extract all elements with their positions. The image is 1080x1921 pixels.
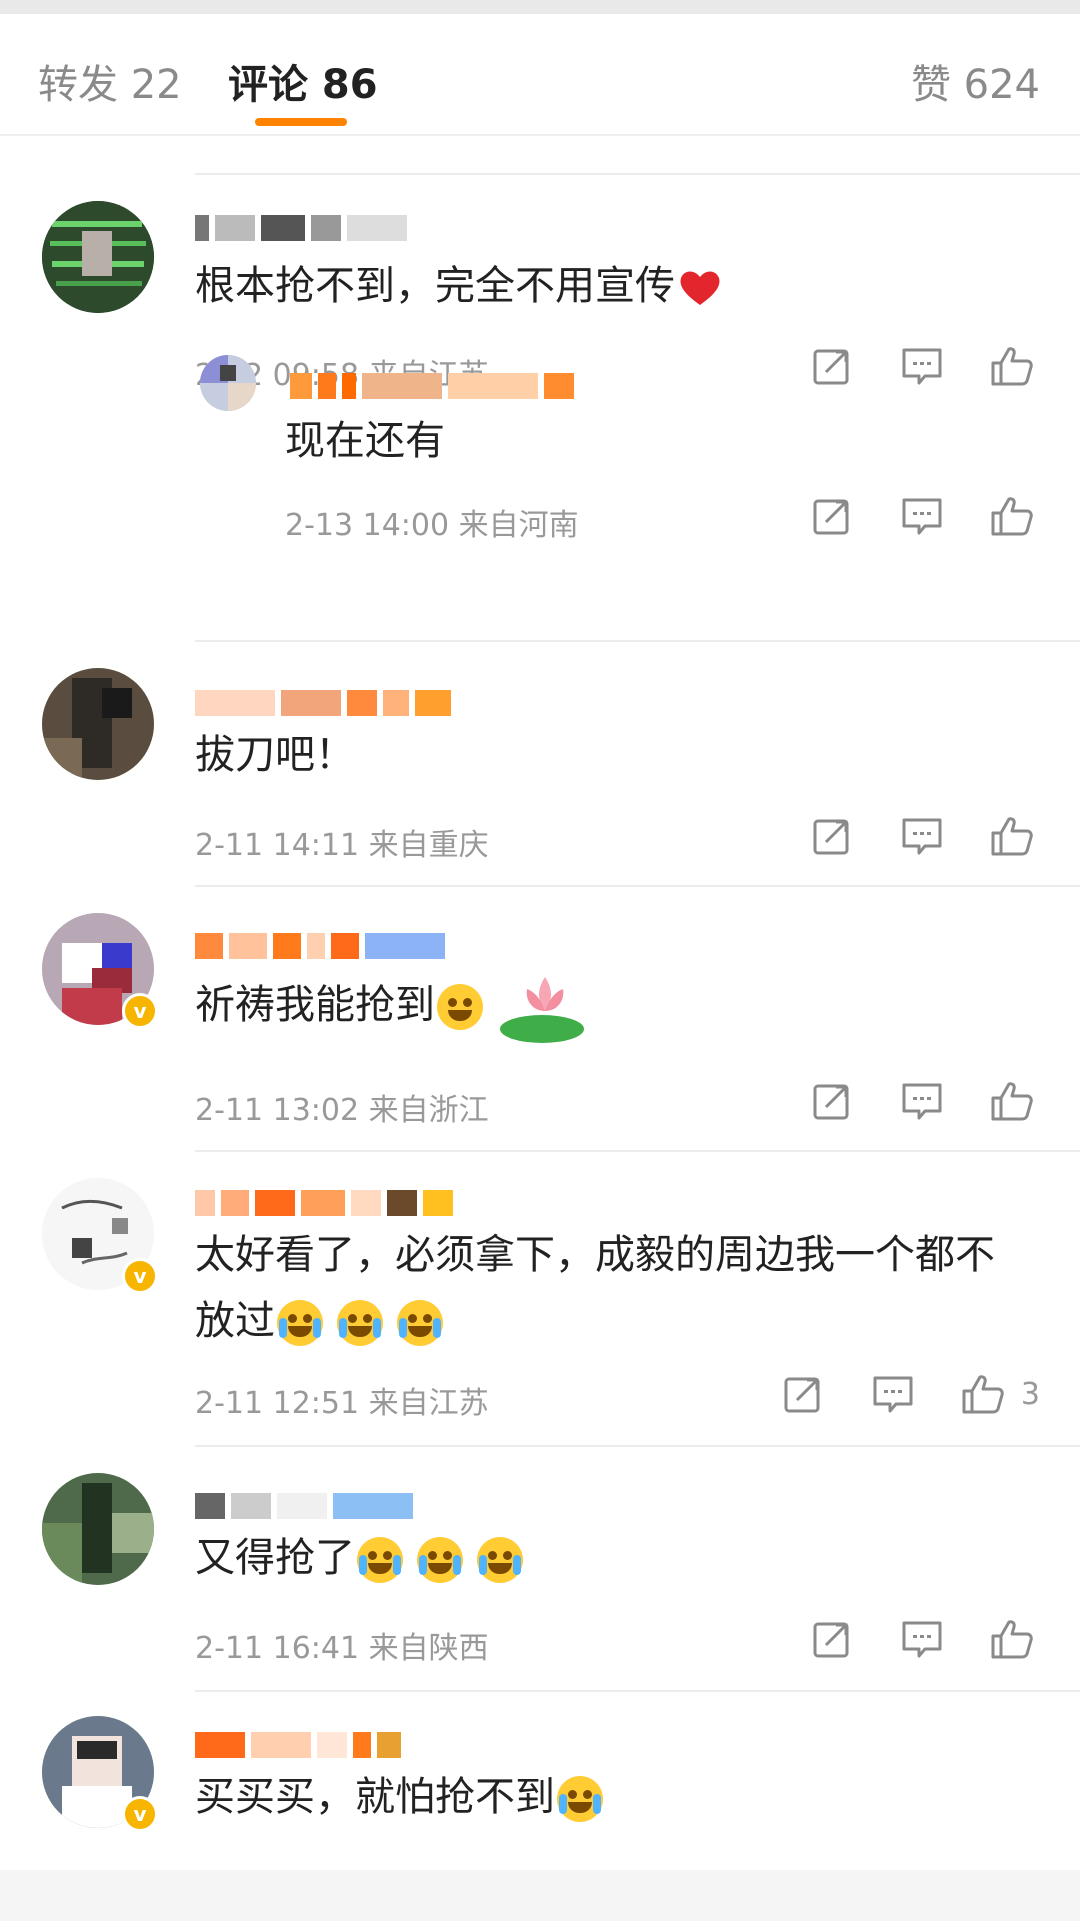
comment-text-content: 又得抢了	[195, 1535, 355, 1581]
laugh-cry-emoji-icon	[417, 1537, 463, 1583]
comment-icon[interactable]	[894, 1616, 950, 1662]
divider	[195, 1445, 1080, 1447]
comment-actions	[804, 813, 1040, 859]
comment-text: 祈祷我能抢到	[195, 967, 593, 1047]
comment-icon[interactable]	[894, 493, 950, 539]
comments-tab-bar: 转发 22 评论 86 赞 624	[0, 0, 1080, 136]
verified-badge-icon: v	[122, 1796, 158, 1832]
comment-location: 来自重庆	[368, 828, 489, 863]
avatar-mosaic	[42, 201, 154, 313]
laugh-cry-emoji-icon	[477, 1537, 523, 1583]
thumbs-up-icon[interactable]	[984, 493, 1040, 539]
verified-badge-icon: v	[122, 1258, 158, 1294]
divider	[195, 173, 1080, 175]
thumbs-up-icon[interactable]	[984, 813, 1040, 859]
like-count: 3	[1020, 1376, 1040, 1412]
comment-actions	[804, 1078, 1040, 1124]
thumbs-up-icon[interactable]	[955, 1371, 1011, 1417]
username-redacted[interactable]	[195, 1493, 419, 1521]
comment-icon[interactable]	[894, 343, 950, 389]
reply-location: 来自河南	[458, 508, 579, 543]
thumbs-up-icon[interactable]	[984, 1078, 1040, 1124]
heart-icon	[680, 271, 720, 305]
active-tab-indicator	[255, 118, 347, 126]
comment-location: 来自江苏	[368, 1386, 489, 1421]
avatar-mosaic	[42, 668, 154, 780]
avatar[interactable]	[42, 1473, 154, 1585]
share-icon[interactable]	[804, 343, 860, 389]
thumbs-up-icon[interactable]	[984, 343, 1040, 389]
comment-time: 2-11 14:11	[195, 828, 360, 863]
laugh-cry-emoji-icon	[397, 1300, 443, 1346]
share-icon[interactable]	[804, 1616, 860, 1662]
comment-actions	[804, 343, 1040, 389]
tab-repost[interactable]: 转发 22	[38, 52, 182, 110]
comment-text-content: 祈祷我能抢到	[195, 982, 435, 1028]
username-redacted[interactable]	[195, 933, 451, 961]
laugh-cry-emoji-icon	[277, 1300, 323, 1346]
comment-text-content: 根本抢不到，完全不用宣传	[195, 263, 675, 309]
share-icon[interactable]	[775, 1371, 831, 1417]
reply-time: 2-13 14:00	[285, 508, 450, 543]
tab-likes[interactable]: 赞 624	[911, 52, 1040, 110]
laugh-cry-emoji-icon	[357, 1537, 403, 1583]
comment-meta: 2-11 14:11 来自重庆	[195, 820, 489, 864]
avatar[interactable]	[42, 668, 154, 780]
comment-icon[interactable]	[894, 1078, 950, 1124]
laugh-cry-emoji-icon	[337, 1300, 383, 1346]
comment-text: 拔刀吧！	[195, 732, 355, 778]
comment-meta: 2-11 12:51 来自江苏	[195, 1378, 489, 1422]
username-redacted[interactable]	[195, 215, 413, 243]
bottom-fade	[0, 1870, 1080, 1921]
lotus-sticker-icon	[500, 977, 584, 1043]
comment-time: 2-11 12:51	[195, 1386, 360, 1421]
comment-text: 又得抢了	[195, 1527, 523, 1589]
comment-text: 买买买，就怕抢不到	[195, 1766, 603, 1828]
comment-icon[interactable]	[894, 813, 950, 859]
verified-badge-icon: v	[122, 993, 158, 1029]
tab-comments[interactable]: 评论 86	[228, 52, 378, 110]
share-icon[interactable]	[804, 1078, 860, 1124]
comment-text-line1: 太好看了，必须拿下，成毅的周边我一个都不	[195, 1232, 995, 1278]
reply-actions	[804, 493, 1040, 539]
divider	[195, 1150, 1080, 1152]
share-icon[interactable]	[804, 493, 860, 539]
username-redacted[interactable]	[195, 1732, 407, 1760]
reply-avatar[interactable]	[200, 355, 256, 411]
avatar[interactable]	[42, 201, 154, 313]
comment-actions	[804, 1616, 1040, 1662]
comment-time: 2-11 16:41	[195, 1631, 360, 1666]
comment-text-content: 买买买，就怕抢不到	[195, 1774, 555, 1820]
comment-meta: 2-11 13:02 来自浙江	[195, 1085, 489, 1129]
reply-meta: 2-13 14:00 来自河南	[285, 500, 579, 544]
avatar-mosaic	[42, 1473, 154, 1585]
comment-meta: 2-11 16:41 来自陕西	[195, 1623, 489, 1667]
divider	[195, 885, 1080, 887]
divider	[195, 640, 1080, 642]
laugh-cry-emoji-icon	[557, 1776, 603, 1822]
divider	[195, 1690, 1080, 1692]
share-icon[interactable]	[804, 813, 860, 859]
comment-text-line2: 放过	[195, 1290, 443, 1352]
comment-actions: 3	[775, 1371, 1040, 1417]
comment-text: 根本抢不到，完全不用宣传	[195, 255, 721, 317]
comment-icon[interactable]	[865, 1371, 921, 1417]
grin-emoji-icon	[437, 984, 483, 1030]
comment-location: 来自浙江	[368, 1093, 489, 1128]
username-redacted[interactable]	[195, 690, 457, 718]
comment-location: 来自陕西	[368, 1631, 489, 1666]
avatar-mosaic	[200, 355, 256, 411]
reply-text: 现在还有	[285, 418, 445, 464]
thumbs-up-icon[interactable]	[984, 1616, 1040, 1662]
username-redacted[interactable]	[195, 1190, 459, 1218]
comment-text-content: 放过	[195, 1298, 275, 1344]
comment-time: 2-11 13:02	[195, 1093, 360, 1128]
reply-username-redacted[interactable]	[290, 373, 580, 401]
top-edge	[0, 0, 1080, 14]
